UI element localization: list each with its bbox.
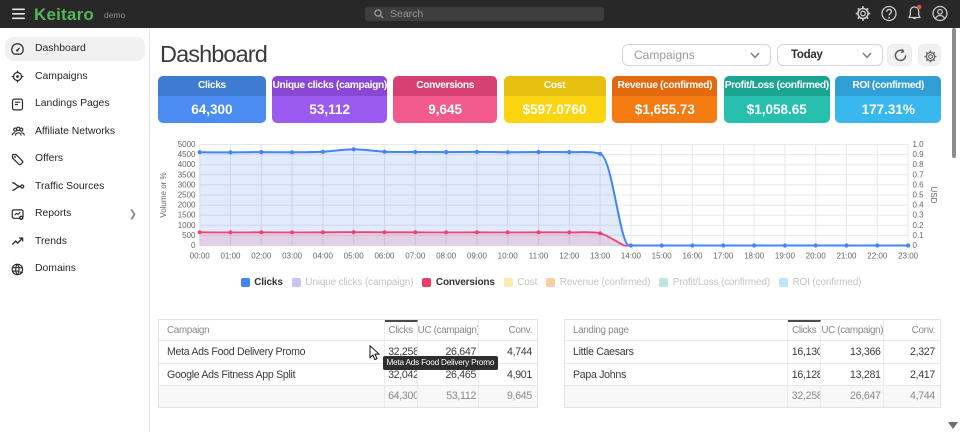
svg-text:0: 0 bbox=[191, 241, 196, 250]
svg-text:0.9: 0.9 bbox=[913, 150, 925, 159]
svg-text:18:00: 18:00 bbox=[744, 252, 765, 261]
svg-text:05:00: 05:00 bbox=[344, 252, 365, 261]
svg-text:0: 0 bbox=[913, 241, 918, 250]
svg-text:07:00: 07:00 bbox=[405, 252, 426, 261]
svg-text:5000: 5000 bbox=[178, 140, 196, 149]
svg-text:500: 500 bbox=[182, 231, 196, 240]
svg-text:0.5: 0.5 bbox=[913, 191, 925, 200]
svg-text:0.8: 0.8 bbox=[913, 160, 925, 169]
svg-text:04:00: 04:00 bbox=[313, 252, 334, 261]
svg-text:01:00: 01:00 bbox=[220, 252, 241, 261]
svg-text:Volume or %: Volume or % bbox=[159, 172, 168, 217]
svg-text:1000: 1000 bbox=[178, 221, 196, 230]
svg-text:3500: 3500 bbox=[178, 170, 196, 179]
svg-text:3000: 3000 bbox=[178, 180, 196, 189]
svg-text:0.1: 0.1 bbox=[913, 231, 925, 240]
svg-text:23:00: 23:00 bbox=[898, 252, 919, 261]
svg-text:0.2: 0.2 bbox=[913, 221, 925, 230]
svg-text:21:00: 21:00 bbox=[836, 252, 857, 261]
svg-text:11:00: 11:00 bbox=[529, 252, 549, 261]
svg-text:09:00: 09:00 bbox=[467, 252, 488, 261]
svg-text:22:00: 22:00 bbox=[867, 252, 888, 261]
svg-text:20:00: 20:00 bbox=[806, 252, 827, 261]
svg-text:0.7: 0.7 bbox=[913, 170, 925, 179]
svg-text:17:00: 17:00 bbox=[713, 252, 734, 261]
svg-text:13:00: 13:00 bbox=[590, 252, 611, 261]
svg-text:4500: 4500 bbox=[178, 150, 196, 159]
svg-text:03:00: 03:00 bbox=[282, 252, 303, 261]
svg-text:1500: 1500 bbox=[178, 211, 196, 220]
svg-text:12:00: 12:00 bbox=[559, 252, 580, 261]
svg-text:0.6: 0.6 bbox=[913, 180, 925, 189]
svg-text:15:00: 15:00 bbox=[652, 252, 673, 261]
svg-text:USD: USD bbox=[929, 187, 938, 204]
svg-text:0.3: 0.3 bbox=[913, 211, 925, 220]
svg-text:2000: 2000 bbox=[178, 201, 196, 210]
svg-text:1.0: 1.0 bbox=[913, 140, 925, 149]
svg-text:06:00: 06:00 bbox=[374, 252, 395, 261]
svg-text:00:00: 00:00 bbox=[190, 252, 211, 261]
svg-text:4000: 4000 bbox=[178, 160, 196, 169]
svg-text:02:00: 02:00 bbox=[251, 252, 272, 261]
svg-text:16:00: 16:00 bbox=[682, 252, 703, 261]
svg-text:10:00: 10:00 bbox=[498, 252, 519, 261]
svg-text:14:00: 14:00 bbox=[621, 252, 642, 261]
svg-text:0.4: 0.4 bbox=[913, 201, 925, 210]
svg-text:2500: 2500 bbox=[178, 191, 196, 200]
svg-text:19:00: 19:00 bbox=[775, 252, 796, 261]
svg-text:08:00: 08:00 bbox=[436, 252, 457, 261]
